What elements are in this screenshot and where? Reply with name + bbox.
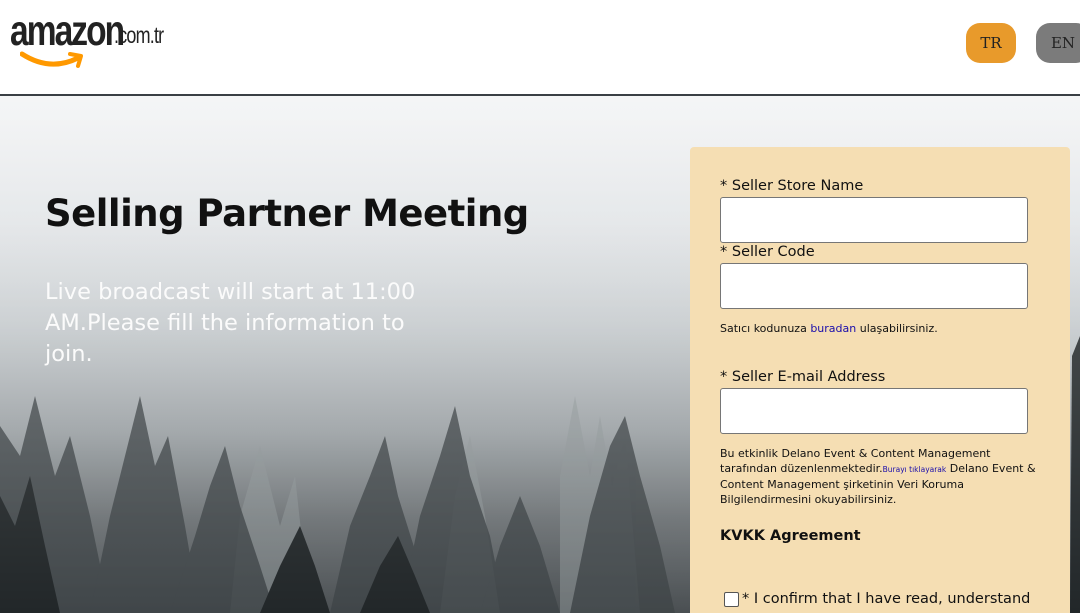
logo-domain: .com.tr [114,22,164,48]
seller-code-note: Satıcı kodunuza buradan ulaşabilirsiniz. [720,321,938,336]
registration-form: * Seller Store Name * Seller Code Satıcı… [690,147,1070,613]
confirm-label: * I confirm that I have read, understand [742,591,1031,607]
seller-code-note-post: ulaşabilirsiniz. [856,322,938,335]
amazon-logo[interactable]: amazon .com.tr [10,8,164,78]
language-en-button[interactable]: EN [1036,23,1080,63]
kvkk-agreement-heading: KVKK Agreement [720,528,861,544]
header: amazon .com.tr TR EN [0,0,1080,96]
organizer-note: Bu etkinlik Delano Event & Content Manag… [720,446,1038,507]
seller-code-input[interactable] [720,263,1028,309]
hero-subtitle: Live broadcast will start at 11:00 AM.Pl… [45,279,416,367]
store-name-label: * Seller Store Name [720,178,864,194]
page-title: Selling Partner Meeting [45,192,529,235]
email-label: * Seller E-mail Address [720,369,886,385]
confirm-agreement[interactable]: * I confirm that I have read, understand [724,591,1030,607]
smile-arrow-icon [20,51,83,68]
store-name-input[interactable] [720,197,1028,243]
data-protection-link[interactable]: Burayı tıklayarak [883,465,947,474]
seller-code-label: * Seller Code [720,244,815,260]
confirm-checkbox[interactable] [724,591,739,607]
email-input[interactable] [720,388,1028,434]
language-tr-button[interactable]: TR [966,23,1016,63]
seller-code-help-link[interactable]: buradan [810,322,856,335]
seller-code-note-pre: Satıcı kodunuza [720,322,811,335]
